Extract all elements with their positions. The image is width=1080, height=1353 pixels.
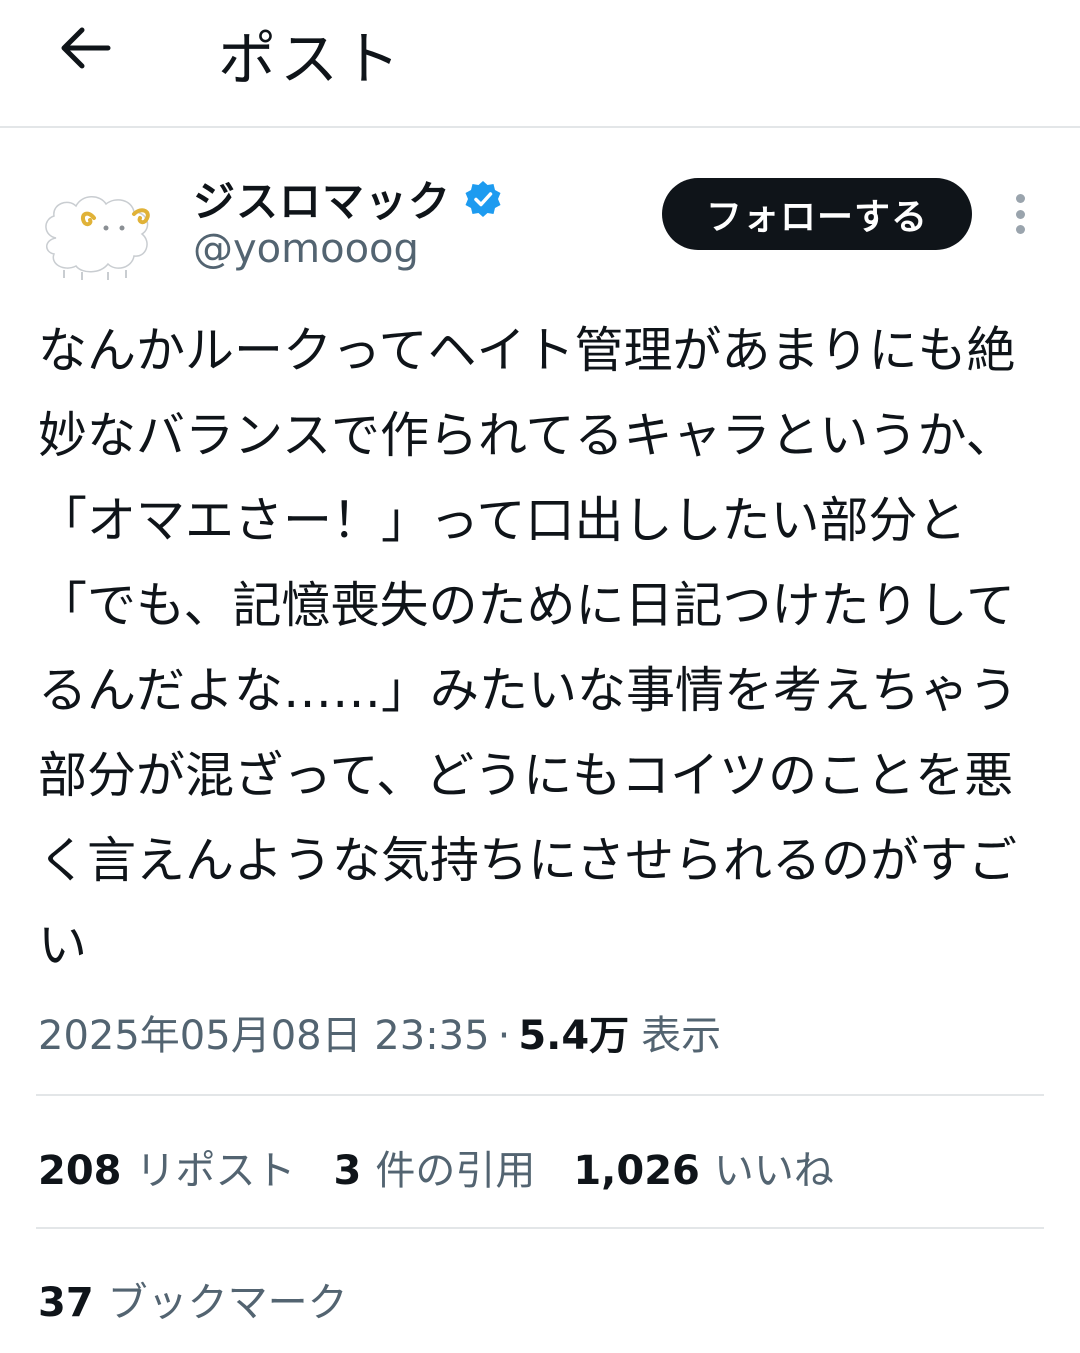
page-title: ポスト [218, 25, 405, 93]
user-handle[interactable]: @yomooog [193, 226, 419, 272]
reposts-label: リポスト [135, 1148, 296, 1194]
top-bar: ポスト [0, 0, 1080, 128]
quotes-stat[interactable]: 3 件の引用 [334, 1138, 536, 1196]
author-row: ジスロマック @yomooog フォローする [0, 130, 1080, 300]
more-options-button[interactable] [1000, 188, 1040, 240]
post-meta: 2025年05月08日 23:35 · 5.4万 表示 [38, 1003, 721, 1061]
likes-count: 1,026 [573, 1148, 700, 1194]
engagement-stats: 208 リポスト 3 件の引用 1,026 いいね [38, 1138, 872, 1196]
bookmarks-count: 37 [38, 1280, 94, 1326]
reposts-count: 208 [38, 1148, 122, 1194]
verified-badge-icon [465, 180, 501, 217]
view-label: 表示 [641, 1013, 722, 1059]
more-vertical-icon [1015, 194, 1025, 203]
likes-label: いいね [713, 1148, 834, 1194]
bookmarks-label: ブックマーク [107, 1280, 348, 1326]
post-timestamp[interactable]: 2025年05月08日 23:35 [38, 1003, 490, 1061]
likes-stat[interactable]: 1,026 いいね [573, 1138, 834, 1196]
reposts-stat[interactable]: 208 リポスト [38, 1138, 296, 1196]
arrow-left-icon [61, 27, 111, 69]
bookmarks-stat[interactable]: 37 ブックマーク [38, 1270, 348, 1328]
post-text: なんかルークってヘイト管理があまりにも絶妙なバランスで作られてるキャラというか、… [38, 322, 1019, 974]
name-row: ジスロマック [193, 168, 503, 229]
follow-button[interactable]: フォローする [662, 178, 972, 250]
sheep-avatar-icon [45, 196, 150, 280]
meta-separator: · [497, 1013, 511, 1059]
divider [36, 1094, 1044, 1096]
quotes-count: 3 [333, 1148, 362, 1194]
back-button[interactable] [50, 18, 120, 78]
view-count: 5.4万 [518, 1013, 630, 1059]
divider [36, 1227, 1044, 1229]
quotes-label: 件の引用 [375, 1148, 536, 1194]
display-name[interactable]: ジスロマック [193, 168, 451, 229]
avatar[interactable] [38, 188, 156, 284]
